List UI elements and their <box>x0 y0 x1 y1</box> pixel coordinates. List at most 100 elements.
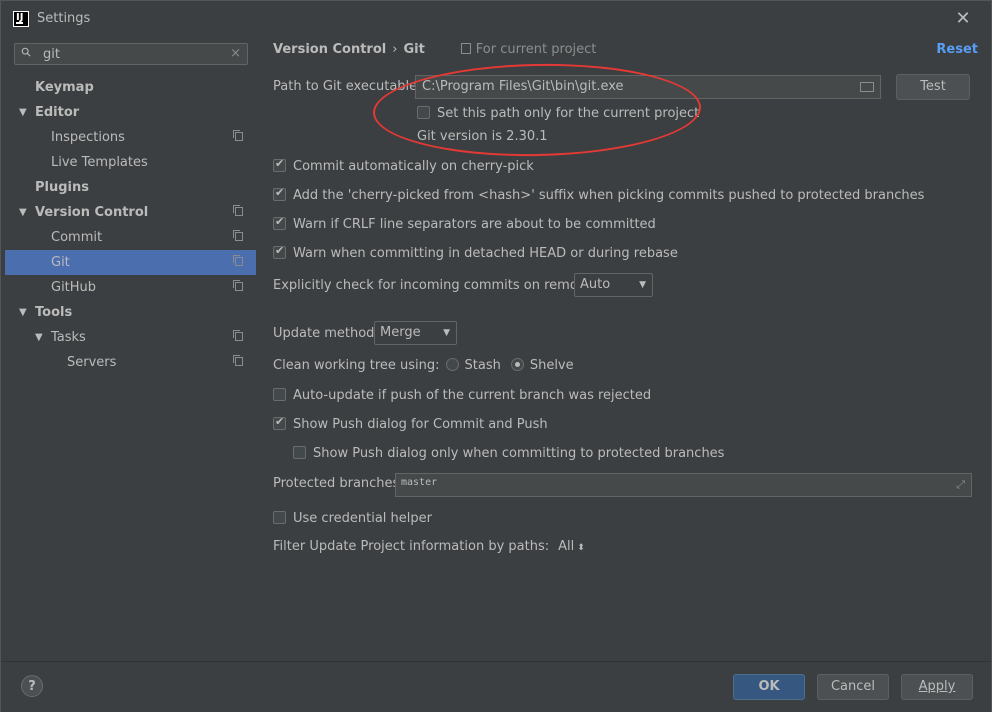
close-icon[interactable]: ✕ <box>953 9 973 29</box>
project-scope-icon <box>233 280 243 291</box>
sidebar-item-plugins[interactable]: Plugins <box>5 175 256 200</box>
sidebar-item-servers[interactable]: Servers <box>5 350 256 375</box>
show-push-label: Show Push dialog for Commit and Push <box>293 417 548 432</box>
expand-toggle-icon[interactable]: ▼ <box>19 100 27 125</box>
auto-update-checkbox[interactable] <box>273 388 286 401</box>
auto-update-option[interactable]: Auto-update if push of the current branc… <box>273 388 651 403</box>
auto-update-label: Auto-update if push of the current branc… <box>293 388 652 403</box>
apply-button[interactable]: Apply <box>901 674 973 700</box>
update-method-select[interactable]: Merge ▼ <box>374 321 457 345</box>
cherry-pick-option[interactable]: Commit automatically on cherry-pick <box>273 157 534 174</box>
crlf-option[interactable]: Warn if CRLF line separators are about t… <box>273 215 656 232</box>
sidebar-item-tools[interactable]: ▼ Tools <box>5 300 256 325</box>
search-input[interactable]: git × <box>14 43 248 65</box>
project-only-option[interactable]: Set this path only for the current proje… <box>417 106 699 121</box>
sidebar-item-git[interactable]: Git <box>5 250 256 275</box>
show-push-protected-label: Show Push dialog only when committing to… <box>313 446 725 461</box>
incoming-label: Explicitly check for incoming commits on… <box>273 278 603 293</box>
stash-label[interactable]: Stash <box>465 358 501 373</box>
help-button[interactable]: ? <box>21 675 43 697</box>
scope-label: For current project <box>475 42 597 57</box>
reset-link[interactable]: Reset <box>936 42 978 57</box>
show-push-protected-option[interactable]: Show Push dialog only when committing to… <box>293 446 724 461</box>
git-path-label: Path to Git executable: <box>273 79 422 94</box>
sidebar-item-label: Commit <box>51 230 103 245</box>
protected-branches-value: master <box>401 477 438 488</box>
sidebar-item-label: Plugins <box>35 180 89 195</box>
project-scope-icon <box>233 205 243 216</box>
cherry-pick-label: Commit automatically on cherry-pick <box>293 159 534 174</box>
detached-label: Warn when committing in detached HEAD or… <box>293 246 678 261</box>
test-button[interactable]: Test <box>896 74 970 100</box>
git-settings-panel: Version Control › Git For current project R… <box>256 37 991 661</box>
search-value: git <box>43 47 60 62</box>
project-scope-icon <box>233 330 243 341</box>
sidebar-item-live-templates[interactable]: Live Templates <box>5 150 256 175</box>
show-push-option[interactable]: Show Push dialog for Commit and Push <box>273 415 548 432</box>
clean-tree-label: Clean working tree using: <box>273 358 440 373</box>
window-title: Settings <box>37 11 91 26</box>
clean-tree-row: Clean working tree using: Stash Shelve <box>273 358 574 373</box>
expand-toggle-icon[interactable]: ▼ <box>35 325 43 350</box>
protected-branches-field[interactable]: master ⤢ <box>395 473 972 497</box>
chevron-down-icon: ▼ <box>443 328 450 338</box>
breadcrumb-separator: › <box>392 42 398 57</box>
settings-sidebar: git × Keymap ▼ Editor Inspections Live Templ… <box>5 37 256 661</box>
credential-option[interactable]: Use credential helper <box>273 511 432 526</box>
credential-checkbox[interactable] <box>273 511 286 524</box>
project-only-label: Set this path only for the current proje… <box>437 106 700 121</box>
ok-button[interactable]: OK <box>733 674 805 700</box>
breadcrumb-parent[interactable]: Version Control <box>273 42 386 57</box>
sidebar-item-label: GitHub <box>51 280 97 295</box>
filter-label: Filter Update Project information by pat… <box>273 539 550 554</box>
search-icon <box>21 47 31 57</box>
filter-select[interactable]: All ⬍ <box>558 539 585 554</box>
sidebar-item-inspections[interactable]: Inspections <box>5 125 256 150</box>
expand-toggle-icon[interactable]: ▼ <box>19 200 27 225</box>
expand-icon[interactable]: ⤢ <box>956 478 965 492</box>
filter-value: All <box>558 539 575 554</box>
sidebar-item-label: Keymap <box>35 80 94 95</box>
sidebar-item-label: Editor <box>35 105 80 120</box>
sidebar-item-label: Inspections <box>51 130 125 145</box>
git-path-field[interactable]: C:\Program Files\Git\bin\git.exe <box>415 75 881 99</box>
breadcrumb: Version Control › Git For current project <box>273 42 596 57</box>
clear-search-icon[interactable]: × <box>230 46 241 61</box>
cherry-suffix-option[interactable]: Add the 'cherry-picked from <hash>' suff… <box>273 186 925 203</box>
project-scope-icon <box>233 230 243 241</box>
expand-toggle-icon[interactable]: ▼ <box>19 300 27 325</box>
git-path-value: C:\Program Files\Git\bin\git.exe <box>422 79 624 94</box>
crlf-checkbox[interactable] <box>273 215 286 230</box>
cherry-suffix-label: Add the 'cherry-picked from <hash>' suff… <box>293 188 925 203</box>
cherry-pick-checkbox[interactable] <box>273 157 286 172</box>
project-only-checkbox[interactable] <box>417 106 430 119</box>
crlf-label: Warn if CRLF line separators are about t… <box>293 217 656 232</box>
filter-row: Filter Update Project information by pat… <box>273 539 585 554</box>
cherry-suffix-checkbox[interactable] <box>273 186 286 201</box>
detached-option[interactable]: Warn when committing in detached HEAD or… <box>273 244 678 261</box>
incoming-select[interactable]: Auto ▼ <box>574 273 653 297</box>
shelve-radio[interactable] <box>510 358 524 371</box>
title-bar: IJ Settings ✕ <box>1 1 991 37</box>
show-push-protected-checkbox[interactable] <box>293 446 306 459</box>
update-method-value: Merge <box>380 325 421 340</box>
sidebar-item-version-control[interactable]: ▼ Version Control <box>5 200 256 225</box>
sidebar-item-github[interactable]: GitHub <box>5 275 256 300</box>
sidebar-item-commit[interactable]: Commit <box>5 225 256 250</box>
project-scope-icon <box>460 43 471 54</box>
detached-checkbox[interactable] <box>273 244 286 259</box>
folder-icon[interactable] <box>860 82 874 92</box>
sidebar-item-keymap[interactable]: Keymap <box>5 75 256 100</box>
sidebar-item-editor[interactable]: ▼ Editor <box>5 100 256 125</box>
sidebar-item-label: Tools <box>35 305 73 320</box>
git-version-text: Git version is 2.30.1 <box>417 129 548 144</box>
project-scope-icon <box>233 355 243 366</box>
sidebar-item-tasks[interactable]: ▼ Tasks <box>5 325 256 350</box>
stash-radio[interactable] <box>445 358 459 371</box>
intellij-app-icon: IJ <box>13 11 29 27</box>
sidebar-item-label: Live Templates <box>51 155 148 170</box>
show-push-checkbox[interactable] <box>273 415 286 430</box>
chevron-down-icon: ▼ <box>639 280 646 290</box>
cancel-button[interactable]: Cancel <box>817 674 889 700</box>
shelve-label[interactable]: Shelve <box>530 358 574 373</box>
